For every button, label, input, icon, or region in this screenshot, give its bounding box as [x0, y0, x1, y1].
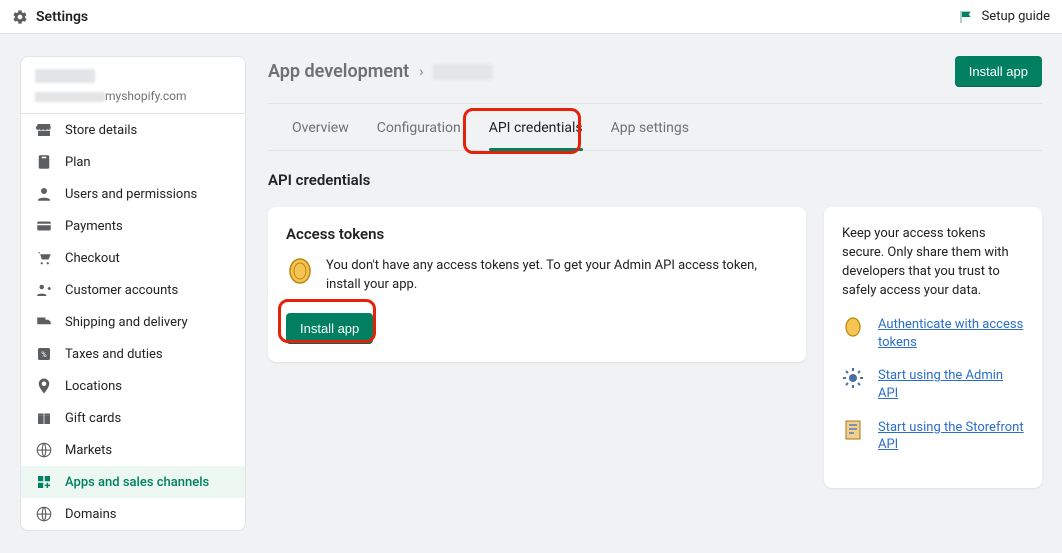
info-card: Keep your access tokens secure. Only sha… [824, 207, 1042, 488]
tab-api-credentials[interactable]: API credentials [489, 120, 583, 150]
sidebar-item-store-details[interactable]: Store details [21, 114, 245, 146]
sidebar: myshopify.com Store details Plan Users a… [20, 56, 246, 531]
breadcrumb: App development › [268, 61, 493, 82]
cart-icon [35, 249, 53, 267]
app-name-redacted [433, 64, 493, 80]
sidebar-item-locations[interactable]: Locations [21, 370, 245, 402]
link-text[interactable]: Start using the Admin API [878, 367, 1024, 402]
main-header: App development › Install app [268, 56, 1042, 104]
content-row: Access tokens You don't have any access … [268, 207, 1042, 488]
sidebar-item-label: Taxes and duties [65, 347, 163, 362]
tab-overview[interactable]: Overview [292, 120, 349, 150]
topbar-left: Settings [12, 9, 88, 25]
store-header: myshopify.com [21, 57, 245, 114]
sidebar-item-label: Checkout [65, 251, 120, 266]
sidebar-item-users[interactable]: Users and permissions [21, 178, 245, 210]
coin-icon [286, 257, 314, 285]
access-tokens-card: Access tokens You don't have any access … [268, 207, 806, 362]
person-icon [35, 185, 53, 203]
sidebar-item-label: Gift cards [65, 411, 121, 426]
link-text[interactable]: Authenticate with access tokens [878, 316, 1024, 351]
coin-icon [842, 316, 864, 338]
gift-icon [35, 409, 53, 427]
sidebar-item-label: Locations [65, 379, 122, 394]
topbar: Settings Setup guide [0, 0, 1062, 34]
sidebar-item-markets[interactable]: Markets [21, 434, 245, 466]
setup-guide-link[interactable]: Setup guide [958, 9, 1050, 25]
sidebar-item-gift-cards[interactable]: Gift cards [21, 402, 245, 434]
link-list: Authenticate with access tokens Start us… [842, 316, 1024, 453]
sidebar-item-customer-accounts[interactable]: Customer accounts [21, 274, 245, 306]
install-app-button-header[interactable]: Install app [955, 56, 1042, 87]
link-admin-api: Start using the Admin API [842, 367, 1024, 402]
sidebar-item-label: Payments [65, 219, 123, 234]
tab-app-settings[interactable]: App settings [611, 120, 689, 150]
globe-icon [35, 505, 53, 523]
store-domain: myshopify.com [35, 89, 231, 103]
sidebar-item-label: Apps and sales channels [65, 475, 209, 490]
pin-icon [35, 377, 53, 395]
sidebar-item-checkout[interactable]: Checkout [21, 242, 245, 274]
apps-icon [35, 473, 53, 491]
card-icon [35, 217, 53, 235]
flag-icon [958, 9, 974, 25]
card-title: Access tokens [286, 225, 788, 243]
sidebar-item-domains[interactable]: Domains [21, 498, 245, 530]
sidebar-item-label: Users and permissions [65, 187, 197, 202]
sidebar-item-taxes[interactable]: % Taxes and duties [21, 338, 245, 370]
store-name-redacted [35, 69, 95, 83]
tabs: Overview Configuration API credentials A… [268, 104, 1042, 151]
sidebar-item-label: Domains [65, 507, 116, 522]
setup-guide-label: Setup guide [982, 9, 1050, 24]
percent-icon: % [35, 345, 53, 363]
tabs-wrapper: Overview Configuration API credentials A… [268, 104, 1042, 151]
install-app-button-card[interactable]: Install app [286, 313, 373, 344]
link-storefront-api: Start using the Storefront API [842, 419, 1024, 454]
section-title: API credentials [268, 171, 1042, 189]
info-message: Keep your access tokens secure. Only sha… [842, 225, 1024, 300]
chevron-right-icon: › [419, 64, 423, 80]
store-icon [35, 121, 53, 139]
sidebar-item-apps[interactable]: Apps and sales channels [21, 466, 245, 498]
truck-icon [35, 313, 53, 331]
sidebar-item-shipping[interactable]: Shipping and delivery [21, 306, 245, 338]
link-authenticate: Authenticate with access tokens [842, 316, 1024, 351]
nav-list: Store details Plan Users and permissions… [21, 114, 245, 530]
sidebar-item-label: Plan [65, 155, 91, 170]
sidebar-item-plan[interactable]: Plan [21, 146, 245, 178]
page-title: Settings [36, 9, 88, 25]
account-icon [35, 281, 53, 299]
gear-icon [12, 9, 28, 25]
link-text[interactable]: Start using the Storefront API [878, 419, 1024, 454]
sidebar-item-label: Markets [65, 443, 112, 458]
token-empty-state: You don't have any access tokens yet. To… [286, 257, 788, 295]
token-message: You don't have any access tokens yet. To… [326, 257, 788, 295]
sidebar-item-label: Shipping and delivery [65, 315, 188, 330]
globe-icon [35, 441, 53, 459]
breadcrumb-root[interactable]: App development [268, 61, 409, 82]
document-icon [842, 419, 864, 441]
main-content: App development › Install app Overview C… [268, 56, 1042, 531]
cog-icon [842, 367, 864, 389]
sidebar-item-label: Customer accounts [65, 283, 178, 298]
store-domain-redacted [35, 92, 105, 102]
sidebar-item-payments[interactable]: Payments [21, 210, 245, 242]
clipboard-icon [35, 153, 53, 171]
sidebar-item-label: Store details [65, 123, 137, 138]
tab-configuration[interactable]: Configuration [377, 120, 461, 150]
page-body: myshopify.com Store details Plan Users a… [0, 34, 1062, 553]
svg-text:%: % [41, 350, 47, 359]
